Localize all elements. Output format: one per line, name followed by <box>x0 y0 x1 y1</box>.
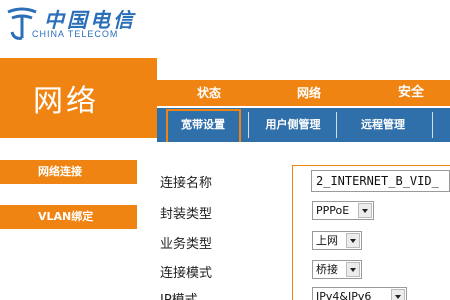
encapsulation-type-select[interactable]: PPPoE <box>312 201 374 220</box>
dropdown-arrow-icon[interactable] <box>358 203 372 218</box>
brand-name-en: CHINA TELECOM <box>32 29 119 39</box>
service-type-value: 上网 <box>316 234 338 247</box>
ip-mode-label: IP模式 <box>160 289 198 300</box>
subtab-user-side-management[interactable]: 用户侧管理 <box>258 108 328 142</box>
tab-network[interactable]: 网络 <box>280 80 338 106</box>
subnav-divider <box>336 112 337 138</box>
connection-mode-value: 桥接 <box>316 263 338 276</box>
nav-spacer <box>157 58 450 80</box>
encapsulation-type-value: PPPoE <box>316 204 350 217</box>
dropdown-arrow-icon[interactable] <box>346 262 360 277</box>
subtab-remote-management[interactable]: 远程管理 <box>338 108 428 142</box>
dropdown-arrow-icon[interactable] <box>391 289 405 300</box>
tab-status[interactable]: 状态 <box>180 80 238 106</box>
service-type-label: 业务类型 <box>160 237 213 252</box>
connection-mode-select[interactable]: 桥接 <box>312 260 362 279</box>
header: 中国电信 CHINA TELECOM <box>0 0 450 58</box>
sidebar-title: 网络 <box>33 84 99 119</box>
encapsulation-type-label: 封装类型 <box>160 207 213 222</box>
sidebar-item-vlan-binding[interactable]: VLAN绑定 <box>0 205 137 229</box>
sidebar-item-network-connection[interactable]: 网络连接 <box>0 160 137 184</box>
connection-name-input[interactable]: 2_INTERNET_B_VID_ <box>311 170 450 192</box>
connection-name-label: 连接名称 <box>160 176 213 191</box>
ip-mode-select[interactable]: IPv4&IPv6 <box>312 287 407 300</box>
dropdown-arrow-icon[interactable] <box>346 233 360 248</box>
subnav-divider <box>248 112 249 138</box>
active-subtab-highlight <box>166 109 241 146</box>
subnav-divider <box>432 112 433 138</box>
ip-mode-value: IPv4&IPv6 <box>316 290 372 300</box>
connection-mode-label: 连接模式 <box>160 266 213 281</box>
service-type-select[interactable]: 上网 <box>312 231 362 250</box>
tab-security[interactable]: 安全 <box>382 80 440 106</box>
